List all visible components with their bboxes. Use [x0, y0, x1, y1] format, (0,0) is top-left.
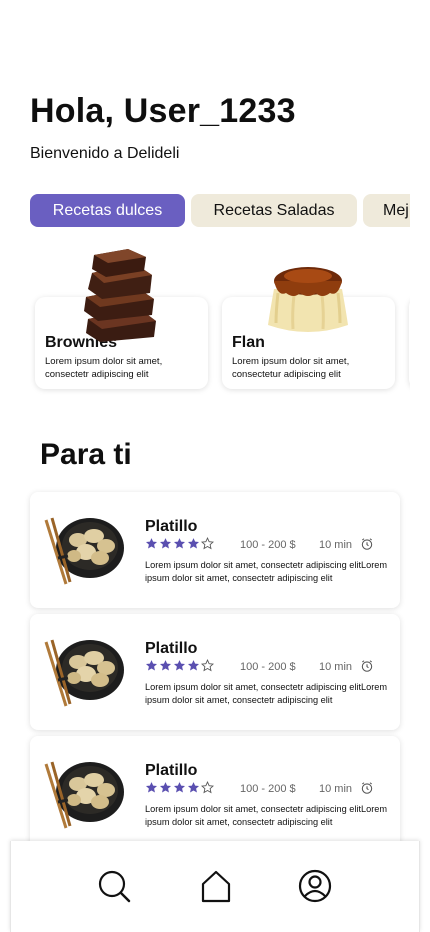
recipe-name: Platillo — [145, 640, 198, 657]
star-empty-icon — [201, 659, 214, 672]
featured-card-desc: Lorem ipsum dolor sit amet, consectetur … — [232, 356, 350, 380]
greeting-title: Hola, User_1233 — [30, 92, 296, 130]
tab-mejores[interactable]: Mej — [363, 194, 410, 227]
star-filled-icon — [173, 538, 186, 549]
prep-time: 10 min — [319, 661, 353, 673]
tab-recetas-saladas[interactable]: Recetas Saladas — [191, 194, 357, 227]
category-tabs: Recetas dulces Recetas Saladas Mej — [30, 194, 410, 228]
recipe-row[interactable]: Platillo 100 - 200 $ 10 min Lorem ipsum … — [30, 736, 400, 852]
recipe-name: Platillo — [145, 762, 198, 779]
featured-carousel: Brownies Lorem ipsum dolor sit amet, con… — [30, 245, 410, 395]
recipe-desc: Lorem ipsum dolor sit amet, consectetr a… — [145, 560, 388, 583]
prep-time: 10 min — [319, 783, 353, 795]
rating-stars — [145, 659, 214, 672]
star-filled-icon — [145, 782, 158, 793]
dumplings-image — [44, 761, 124, 829]
star-filled-icon — [187, 660, 200, 671]
star-filled-icon — [173, 782, 186, 793]
rating-stars — [145, 781, 214, 794]
recipe-desc: Lorem ipsum dolor sit amet, consectetr a… — [145, 682, 388, 705]
price-range: 100 - 200 $ — [240, 539, 296, 551]
prep-time: 10 min — [319, 539, 353, 551]
star-filled-icon — [145, 660, 158, 671]
price-range: 100 - 200 $ — [240, 661, 296, 673]
star-filled-icon — [145, 538, 158, 549]
clock-icon — [361, 660, 373, 672]
profile-icon[interactable] — [298, 869, 332, 903]
bottom-navigation — [10, 841, 420, 932]
recipe-row[interactable]: Platillo 100 - 200 $ 10 min Lorem ipsum … — [30, 614, 400, 730]
rating-stars — [145, 537, 214, 550]
star-filled-icon — [159, 782, 172, 793]
price-range: 100 - 200 $ — [240, 783, 296, 795]
dumplings-image — [44, 517, 124, 585]
featured-card-title: Flan — [232, 334, 265, 351]
flan-image — [268, 267, 348, 332]
tab-recetas-dulces[interactable]: Recetas dulces — [30, 194, 185, 227]
welcome-text: Bienvenido a Delideli — [30, 145, 180, 162]
featured-card-desc: Lorem ipsum dolor sit amet, consectetr a… — [45, 356, 163, 380]
star-filled-icon — [159, 660, 172, 671]
star-filled-icon — [159, 538, 172, 549]
clock-icon — [361, 538, 373, 550]
featured-card-partial[interactable] — [409, 297, 410, 389]
star-empty-icon — [201, 781, 214, 794]
brownies-image — [84, 249, 156, 342]
dumplings-image — [44, 639, 124, 707]
recipe-row[interactable]: Platillo 100 - 200 $ 10 min Lorem ipsum … — [30, 492, 400, 608]
star-empty-icon — [201, 537, 214, 550]
search-icon[interactable] — [97, 869, 131, 903]
clock-icon — [361, 782, 373, 794]
star-filled-icon — [187, 782, 200, 793]
star-filled-icon — [187, 538, 200, 549]
recipe-desc: Lorem ipsum dolor sit amet, consectetr a… — [145, 804, 388, 827]
recipe-name: Platillo — [145, 518, 198, 535]
star-filled-icon — [173, 660, 186, 671]
home-icon[interactable] — [199, 869, 233, 903]
section-title: Para ti — [40, 438, 132, 471]
